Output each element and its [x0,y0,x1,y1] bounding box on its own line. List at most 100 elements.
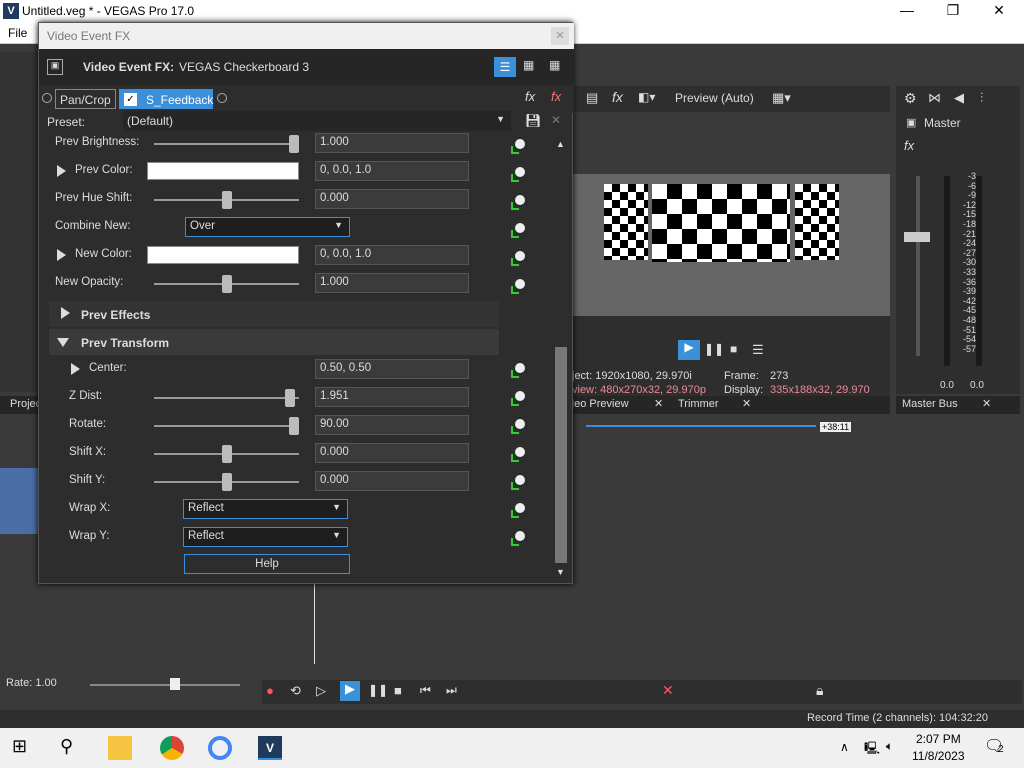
keyframe-icon[interactable] [511,419,525,434]
play-button[interactable]: ▶ [678,340,700,360]
trimmer-close-icon[interactable]: ✕ [742,397,751,410]
settings-gear-icon[interactable]: ⚙ [904,90,917,107]
view-grid-button[interactable]: ▦ [523,58,534,72]
rate-slider-thumb[interactable] [170,678,180,690]
timeline-play-button[interactable]: ▶ [340,681,360,701]
wrap-x-select[interactable]: Reflect ▼ [183,499,348,519]
tab-video-preview[interactable]: deo Preview [568,398,629,410]
prev-color-swatch[interactable] [147,162,299,180]
chrome-icon[interactable] [160,736,184,760]
scroll-up-icon[interactable]: ▲ [556,139,565,149]
delete-icon[interactable]: ✕ [662,682,674,699]
rate-slider[interactable] [90,684,240,686]
keyframe-icon[interactable] [511,531,525,546]
shift-y-value[interactable]: 0.000 [315,471,469,491]
scrollbar-thumb[interactable] [555,347,567,563]
tab-trimmer[interactable]: Trimmer [678,398,719,410]
lock-icon[interactable]: 🔒︎ [816,682,823,699]
plugin-chain-icon[interactable]: ▣ [47,59,63,75]
windows-start-icon[interactable]: ⊞ [12,736,36,760]
keyframe-icon[interactable] [511,391,525,406]
preview-settings-icon[interactable]: ▤ [586,90,598,106]
z-dist-thumb[interactable] [284,389,295,407]
menu-file[interactable]: File [8,26,27,40]
prev-hue-shift-value[interactable]: 0.000 [315,189,469,209]
volume-icon[interactable]: 🔈︎ [886,739,893,754]
chain-pan-crop[interactable]: Pan/Crop [55,89,116,109]
prev-brightness-thumb[interactable] [289,135,299,153]
prev-brightness-slider[interactable] [154,135,299,153]
expand-arrow-icon[interactable] [71,363,80,375]
preview-mode-select[interactable]: Preview (Auto) [675,91,754,105]
wrap-y-select[interactable]: Reflect ▼ [183,527,348,547]
tray-chevron-up-icon[interactable]: ∧ [840,740,849,754]
keyframe-icon[interactable] [511,363,525,378]
prev-effects-section[interactable]: Prev Effects [49,301,499,327]
dialog-scrollbar[interactable]: ▲ ▼ [553,137,569,581]
maximize-button[interactable]: ❐ [938,2,968,20]
clock-time[interactable]: 2:07 PM [916,732,961,746]
project-media-tab[interactable]: Projec [10,398,41,410]
new-color-swatch[interactable] [147,246,299,264]
bypass-icon[interactable]: ⋈ [928,90,941,106]
master-fader-thumb[interactable] [904,232,930,242]
split-screen-icon[interactable]: ◧▾ [638,90,655,104]
record-icon[interactable]: ● [266,683,274,698]
shift-x-value[interactable]: 0.000 [315,443,469,463]
expand-arrow-icon[interactable] [57,249,66,261]
expand-arrow-icon[interactable] [61,307,70,319]
shift-y-thumb[interactable] [221,473,232,491]
mute-icon[interactable]: ◀ [954,90,964,106]
shift-y-slider[interactable] [154,473,299,491]
keyframe-icon[interactable] [511,475,525,490]
new-opacity-value[interactable]: 1.000 [315,273,469,293]
menu-icon[interactable]: ☰ [752,342,764,358]
rotate-value[interactable]: 90.00 [315,415,469,435]
master-fx-icon[interactable]: fx [904,138,914,153]
dialog-close-button[interactable]: ✕ [551,27,569,45]
mixer-icon[interactable]: ⫶ [980,90,983,106]
center-value[interactable]: 0.50, 0.50 [315,359,469,379]
close-button[interactable]: ✕ [984,2,1014,20]
network-icon[interactable]: 🖳︎ [864,739,880,760]
new-color-value[interactable]: 0, 0.0, 1.0 [315,245,469,265]
master-checkbox[interactable]: ▣ [906,116,916,129]
help-button[interactable]: Help [184,554,350,574]
clock-date[interactable]: 11/8/2023 [912,749,965,763]
loop-icon[interactable]: ⟲ [290,683,301,699]
master-bus-label[interactable]: Master Bus [902,398,958,410]
save-preset-icon[interactable]: 💾︎ [525,113,542,129]
scroll-down-icon[interactable]: ▼ [556,567,565,577]
add-fx-icon[interactable]: fx [525,89,535,104]
preset-select[interactable]: (Default) ▼ [123,111,511,131]
chromium-icon[interactable] [208,736,232,760]
go-to-start-icon[interactable]: ⏮ [420,683,431,698]
master-bus-close-icon[interactable]: ✕ [982,397,991,410]
play-from-start-icon[interactable]: ▷ [316,683,326,699]
timeline-stop-button[interactable]: ■ [394,683,402,698]
collapse-arrow-icon[interactable] [57,338,69,347]
go-to-end-icon[interactable]: ⏭ [446,683,457,698]
expand-arrow-icon[interactable] [57,165,66,177]
keyframe-icon[interactable] [511,503,525,518]
shift-x-slider[interactable] [154,445,299,463]
keyframe-icon[interactable] [511,251,525,266]
view-tiles-button[interactable]: ▦ [549,58,560,72]
tab-close-icon[interactable]: ✕ [654,397,663,410]
keyframe-icon[interactable] [511,447,525,462]
z-dist-value[interactable]: 1.951 [315,387,469,407]
rotate-thumb[interactable] [289,417,299,435]
master-fader-track[interactable] [916,176,920,356]
timeline-pause-button[interactable]: ❚❚ [368,683,388,697]
prev-hue-shift-thumb[interactable] [221,191,232,209]
shift-x-thumb[interactable] [221,445,232,463]
stop-button[interactable]: ■ [730,342,737,356]
vegas-taskbar-icon[interactable]: V [258,736,282,760]
fx-icon[interactable]: fx [612,89,623,105]
keyframe-icon[interactable] [511,223,525,238]
keyframe-icon[interactable] [511,195,525,210]
delete-preset-icon[interactable]: ✕ [551,113,561,127]
keyframe-icon[interactable] [511,139,525,154]
keyframe-icon[interactable] [511,167,525,182]
new-opacity-slider[interactable] [154,275,299,293]
